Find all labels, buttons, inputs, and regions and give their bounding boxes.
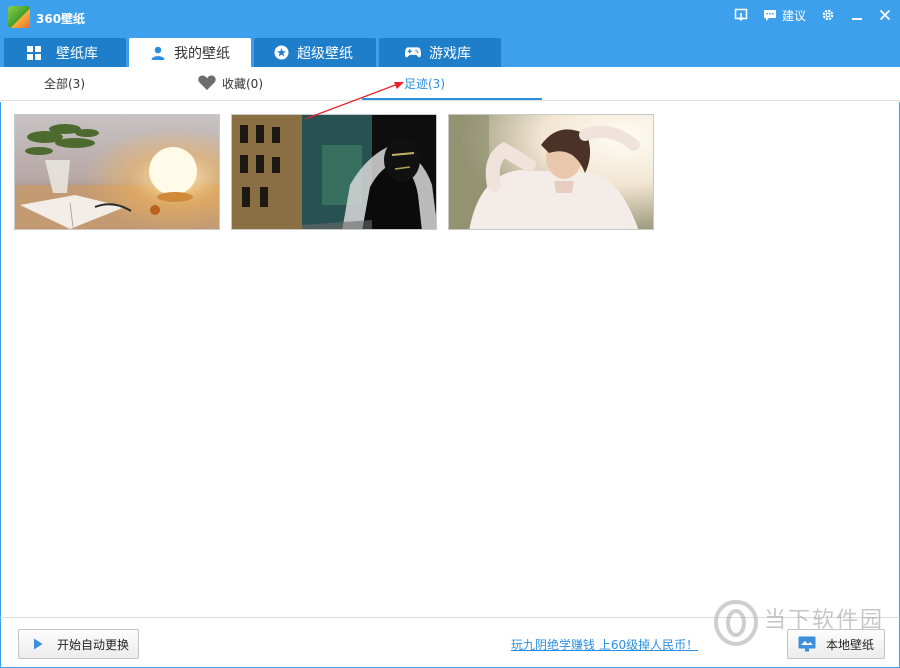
gamepad-icon [405, 45, 421, 61]
subtab-favorites[interactable]: 收藏(0) [198, 67, 263, 100]
star-icon [273, 45, 289, 61]
wallpaper-grid [0, 102, 900, 617]
wallpaper-thumbnail[interactable] [448, 114, 654, 230]
subtab-all[interactable]: 全部(3) [44, 67, 85, 100]
tab-my-wallpapers[interactable]: 我的壁纸 [129, 38, 251, 67]
subtab-label: 全部(3) [44, 77, 85, 91]
settings-gear-icon[interactable] [821, 5, 835, 25]
title-bar: 360壁纸 建议 壁纸库 我的壁纸 超级壁纸 游戏库 [0, 0, 900, 67]
tab-label: 超级壁纸 [297, 45, 353, 62]
pin-icon[interactable] [734, 5, 748, 25]
subtab-history[interactable]: 足迹(3) [404, 67, 445, 100]
user-icon [150, 45, 166, 61]
active-subtab-indicator [362, 98, 542, 100]
play-icon [34, 638, 43, 650]
tab-game-library[interactable]: 游戏库 [379, 38, 501, 67]
grid-icon [26, 45, 42, 61]
start-auto-change-button[interactable]: 开始自动更换 [18, 629, 139, 659]
tab-label: 游戏库 [429, 45, 471, 62]
watermark-text: 当下软件园 [764, 608, 885, 633]
start-auto-change-label: 开始自动更换 [57, 637, 130, 652]
minimize-icon[interactable] [851, 5, 863, 25]
promo-link[interactable]: 玩九阴绝学赚钱 上60级掉人民币！ [511, 636, 698, 653]
subtab-label: 足迹(3) [404, 77, 445, 91]
wallpaper-thumbnail[interactable] [231, 114, 437, 230]
tab-wallpaper-library[interactable]: 壁纸库 [4, 38, 126, 67]
app-title: 360壁纸 [36, 12, 86, 26]
subtab-label: 收藏(0) [222, 77, 263, 91]
tab-super-wallpapers[interactable]: 超级壁纸 [254, 38, 376, 67]
feedback-button[interactable]: 建议 [763, 5, 806, 25]
watermark-logo: 当下软件园 [712, 598, 892, 650]
tab-label: 壁纸库 [56, 45, 98, 62]
heart-icon [198, 75, 216, 93]
chat-icon [764, 9, 776, 21]
feedback-label: 建议 [782, 8, 807, 23]
wallpaper-logo-icon [8, 6, 30, 28]
close-icon[interactable] [879, 5, 891, 25]
tab-label: 我的壁纸 [174, 45, 230, 62]
watermark-shield-icon [714, 600, 758, 646]
wallpaper-thumbnail[interactable] [14, 114, 220, 230]
sub-navigation: 全部(3) 收藏(0) 足迹(3) [0, 67, 900, 101]
